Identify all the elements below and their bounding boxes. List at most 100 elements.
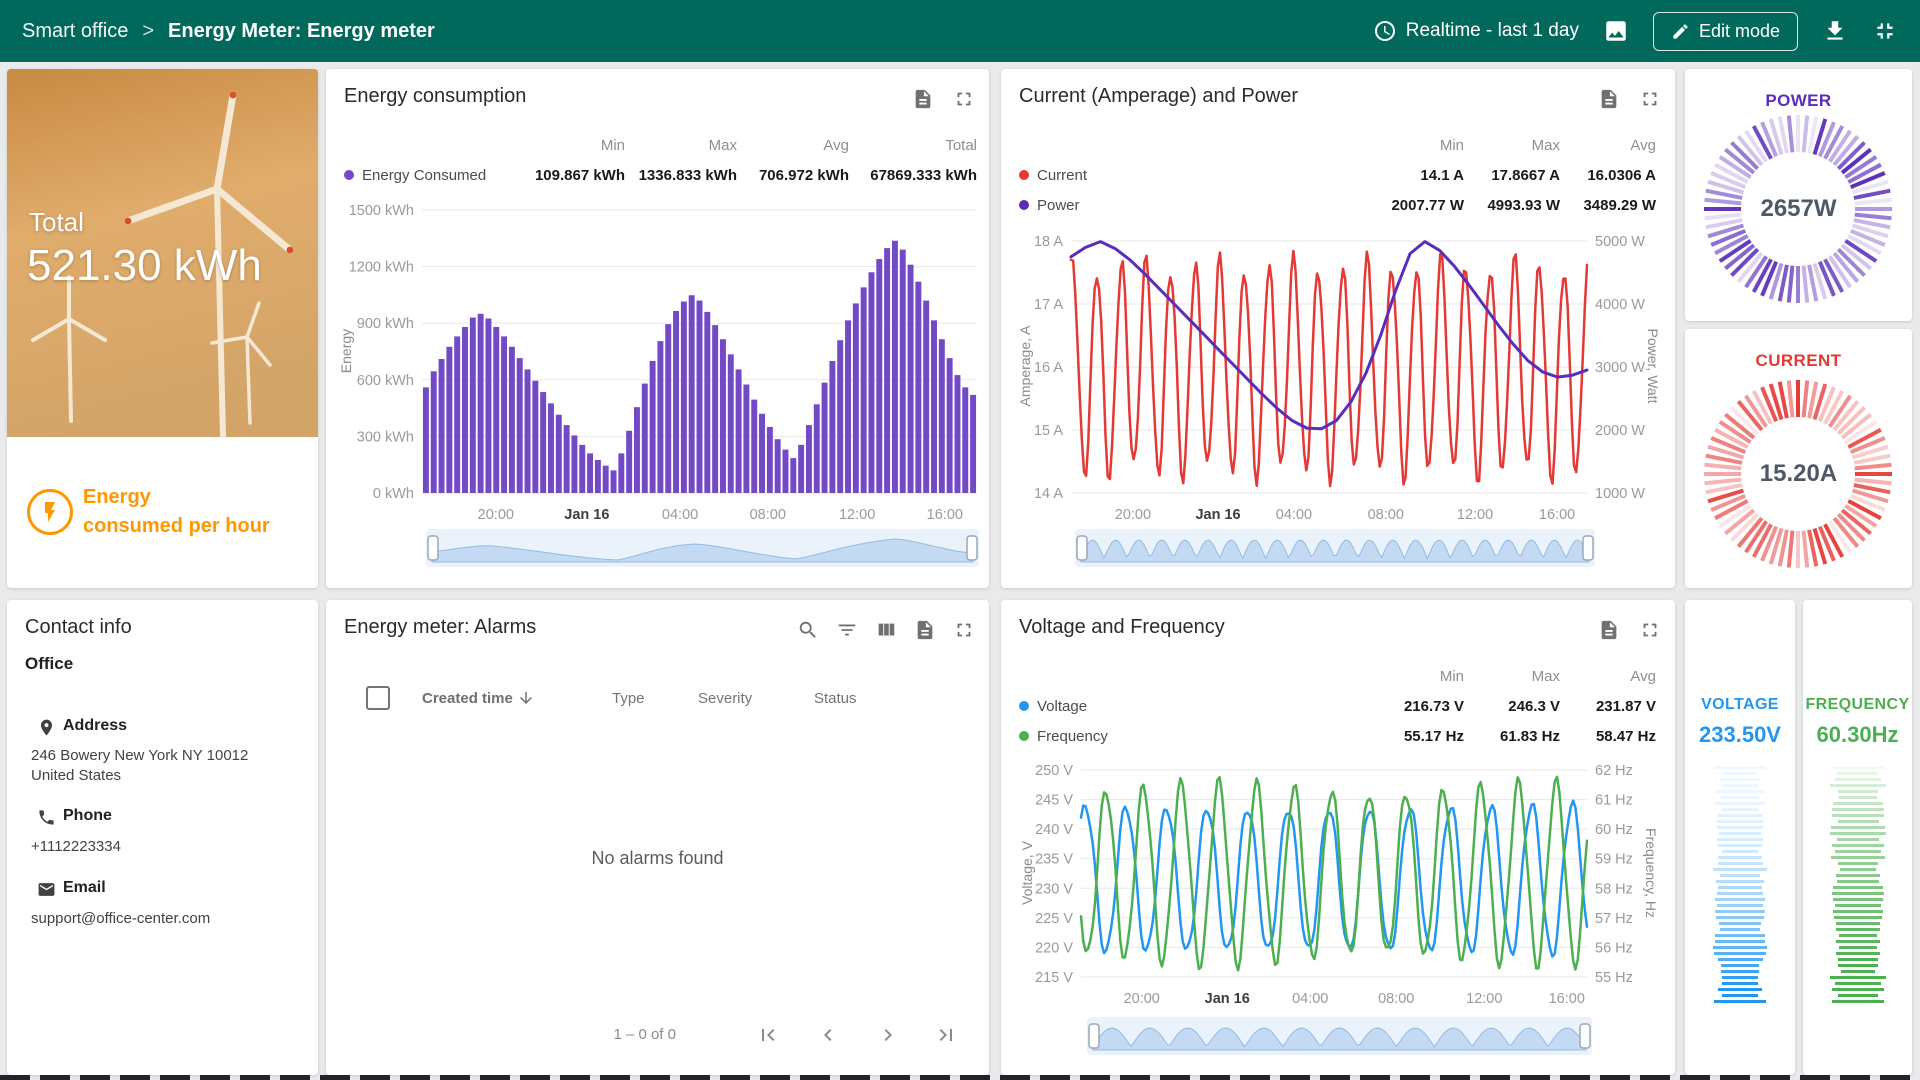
svg-text:58 Hz: 58 Hz bbox=[1595, 881, 1633, 897]
svg-text:15 A: 15 A bbox=[1034, 423, 1063, 439]
voltage-frequency-line-chart: 250 V245 V240 V235 V230 V225 V220 V215 V… bbox=[1001, 730, 1675, 1030]
svg-text:16:00: 16:00 bbox=[927, 507, 963, 523]
legend-dot bbox=[1019, 170, 1029, 180]
total-value: 521.30 kWh bbox=[27, 241, 262, 291]
svg-text:16 A: 16 A bbox=[1034, 360, 1063, 376]
next-page-icon[interactable] bbox=[876, 1023, 900, 1047]
search-icon[interactable] bbox=[797, 619, 819, 641]
gauge-title: VOLTAGE bbox=[1685, 696, 1795, 714]
gauge-title: CURRENT bbox=[1685, 351, 1912, 371]
contact-subtitle: Office bbox=[25, 654, 73, 674]
fullscreen-icon[interactable] bbox=[1639, 88, 1661, 110]
svg-text:240 V: 240 V bbox=[1035, 822, 1073, 838]
svg-text:220 V: 220 V bbox=[1035, 940, 1073, 956]
time-range-scrollbar[interactable] bbox=[426, 529, 979, 567]
pagination: 1 – 0 of 0 bbox=[326, 1021, 989, 1049]
map-pin-icon bbox=[37, 718, 56, 737]
voltage-gauge-widget: VOLTAGE 233.50V bbox=[1685, 600, 1795, 1075]
screenshot-icon[interactable] bbox=[1603, 18, 1629, 44]
empty-table-message: No alarms found bbox=[326, 848, 989, 869]
series-stats-row: Current 14.1 A 17.8667 A 16.0306 A bbox=[1019, 163, 1656, 187]
download-icon[interactable] bbox=[1822, 18, 1848, 44]
last-page-icon[interactable] bbox=[934, 1023, 958, 1047]
voltage-level-gauge bbox=[1712, 766, 1768, 1006]
svg-text:18 A: 18 A bbox=[1034, 234, 1063, 250]
legend-dot bbox=[344, 170, 354, 180]
svg-text:Jan 16: Jan 16 bbox=[1205, 991, 1250, 1007]
current-gauge-value: 15.20A bbox=[1685, 460, 1912, 488]
first-page-icon[interactable] bbox=[756, 1023, 780, 1047]
widget-title: Voltage and Frequency bbox=[1019, 616, 1225, 639]
frequency-gauge-widget: FREQUENCY 60.30Hz bbox=[1803, 600, 1912, 1075]
export-widget-icon[interactable] bbox=[1598, 88, 1620, 110]
svg-text:235 V: 235 V bbox=[1035, 852, 1073, 868]
frequency-gauge-value: 60.30Hz bbox=[1803, 722, 1912, 748]
svg-text:3000 W: 3000 W bbox=[1595, 360, 1645, 376]
svg-text:08:00: 08:00 bbox=[1368, 507, 1404, 523]
svg-text:62 Hz: 62 Hz bbox=[1595, 763, 1633, 779]
address-line1: 246 Bowery New York NY 10012 bbox=[31, 746, 248, 766]
svg-text:245 V: 245 V bbox=[1035, 793, 1073, 809]
breadcrumb-dashboards-group[interactable]: Smart office bbox=[22, 20, 128, 43]
phone-value: +1112223334 bbox=[31, 837, 121, 857]
column-status[interactable]: Status bbox=[814, 690, 989, 707]
previous-page-icon[interactable] bbox=[816, 1023, 840, 1047]
svg-text:4000 W: 4000 W bbox=[1595, 297, 1645, 313]
legend-voltage[interactable]: Voltage bbox=[1019, 698, 1344, 715]
phone-icon bbox=[37, 808, 56, 827]
export-widget-icon[interactable] bbox=[1598, 619, 1620, 641]
svg-text:12:00: 12:00 bbox=[1466, 991, 1502, 1007]
edit-mode-button[interactable]: Edit mode bbox=[1653, 12, 1798, 51]
legend-current[interactable]: Current bbox=[1019, 167, 1344, 184]
column-type[interactable]: Type bbox=[612, 690, 698, 707]
timewindow-button[interactable]: Realtime - last 1 day bbox=[1373, 19, 1579, 43]
svg-text:225 V: 225 V bbox=[1035, 911, 1073, 927]
export-widget-icon[interactable] bbox=[912, 88, 934, 110]
svg-text:20:00: 20:00 bbox=[1124, 991, 1160, 1007]
svg-text:04:00: 04:00 bbox=[1276, 507, 1312, 523]
timewindow-label: Realtime - last 1 day bbox=[1406, 20, 1579, 42]
svg-text:1000 W: 1000 W bbox=[1595, 486, 1645, 502]
svg-text:04:00: 04:00 bbox=[662, 507, 698, 523]
svg-text:20:00: 20:00 bbox=[478, 507, 514, 523]
svg-text:Jan 16: Jan 16 bbox=[564, 507, 609, 523]
widget-title: Energy consumption bbox=[344, 85, 526, 108]
svg-text:55 Hz: 55 Hz bbox=[1595, 970, 1633, 986]
current-gauge-widget: CURRENT 15.20A bbox=[1685, 329, 1912, 588]
svg-text:250 V: 250 V bbox=[1035, 763, 1073, 779]
edit-mode-label: Edit mode bbox=[1699, 21, 1780, 42]
svg-text:600 kWh: 600 kWh bbox=[357, 373, 414, 389]
svg-text:04:00: 04:00 bbox=[1292, 991, 1328, 1007]
total-energy-widget: Total 521.30 kWh Energy consumed per hou… bbox=[7, 69, 318, 588]
energy-bolt-badge bbox=[27, 489, 73, 535]
export-widget-icon[interactable] bbox=[914, 619, 936, 641]
column-created-time[interactable]: Created time bbox=[422, 689, 612, 707]
fullscreen-icon[interactable] bbox=[1639, 619, 1661, 641]
exit-fullscreen-icon[interactable] bbox=[1872, 18, 1898, 44]
current-power-widget: Current (Amperage) and Power Min Max Avg… bbox=[1001, 69, 1675, 588]
page-title: Energy Meter: Energy meter bbox=[168, 20, 435, 43]
time-range-scrollbar[interactable] bbox=[1075, 529, 1595, 567]
gauge-title: FREQUENCY bbox=[1803, 696, 1912, 714]
svg-text:08:00: 08:00 bbox=[1378, 991, 1414, 1007]
email-value: support@office-center.com bbox=[31, 909, 210, 929]
series-stats-row: Energy Consumed 109.867 kWh 1336.833 kWh… bbox=[344, 163, 977, 187]
legend-energy-consumed[interactable]: Energy Consumed bbox=[344, 167, 513, 184]
widget-title: Current (Amperage) and Power bbox=[1019, 85, 1298, 108]
svg-text:12:00: 12:00 bbox=[1457, 507, 1493, 523]
svg-text:5000 W: 5000 W bbox=[1595, 234, 1645, 250]
frequency-level-gauge bbox=[1830, 766, 1886, 1006]
filter-icon[interactable] bbox=[836, 619, 858, 641]
fullscreen-icon[interactable] bbox=[953, 88, 975, 110]
alarms-widget: Energy meter: Alarms Created time Type S… bbox=[326, 600, 989, 1075]
sort-descending-icon bbox=[517, 689, 535, 707]
svg-text:0 kWh: 0 kWh bbox=[373, 486, 414, 502]
columns-icon[interactable] bbox=[875, 619, 897, 641]
select-all-checkbox[interactable] bbox=[366, 686, 390, 710]
svg-text:230 V: 230 V bbox=[1035, 881, 1073, 897]
legend-dot bbox=[1019, 701, 1029, 711]
column-severity[interactable]: Severity bbox=[698, 690, 814, 707]
time-range-scrollbar[interactable] bbox=[1087, 1017, 1592, 1055]
breadcrumb: Smart office > Energy Meter: Energy mete… bbox=[22, 20, 435, 43]
fullscreen-icon[interactable] bbox=[953, 619, 975, 641]
